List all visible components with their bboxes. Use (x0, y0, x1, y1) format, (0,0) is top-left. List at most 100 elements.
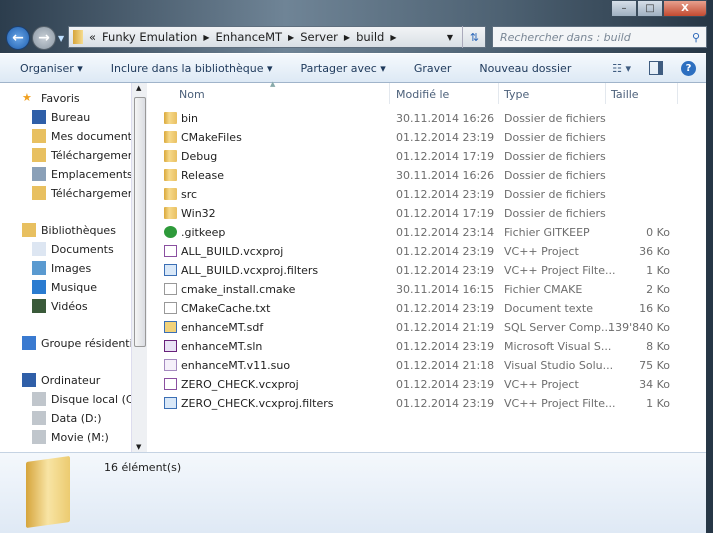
file-icon (164, 359, 177, 371)
sidebar-item-label: Movie (M:) (51, 430, 109, 444)
sidebar-item-label: Mes documents (51, 129, 131, 143)
file-icon (164, 340, 177, 352)
breadcrumb-item[interactable]: build (356, 30, 384, 44)
file-row[interactable]: enhanceMT.sdf 01.12.2014 21:19 SQL Serve… (148, 318, 706, 337)
file-modified: 01.12.2014 23:19 (396, 397, 495, 410)
file-icon (164, 302, 177, 314)
folder-icon (26, 455, 70, 529)
recent-pages-dropdown[interactable]: ▼ (58, 34, 64, 43)
forward-button[interactable]: → (32, 26, 56, 50)
file-row[interactable]: enhanceMT.v11.suo 01.12.2014 21:18 Visua… (148, 356, 706, 375)
scrollbar-thumb[interactable] (134, 97, 146, 347)
back-button[interactable]: ← (6, 26, 30, 50)
organize-button[interactable]: Organiser ▾ (20, 62, 83, 75)
view-options-icon[interactable]: ☷ ▾ (612, 62, 631, 75)
sidebar-item-label: Téléchargements (51, 148, 131, 162)
new-folder-button[interactable]: Nouveau dossier (479, 62, 571, 75)
sidebar-item[interactable]: Data (D:) (32, 411, 102, 425)
file-row[interactable]: bin 30.11.2014 16:26 Dossier de fichiers (148, 109, 706, 128)
downloads-icon (32, 148, 46, 162)
sidebar-item[interactable]: Disque local (C:) (32, 392, 131, 406)
sidebar-item-label: Groupe résidentiel (41, 336, 131, 350)
file-type: Fichier GITKEEP (504, 226, 590, 239)
file-row[interactable]: Release 30.11.2014 16:26 Dossier de fich… (148, 166, 706, 185)
file-modified: 01.12.2014 21:19 (396, 321, 495, 334)
sidebar-item[interactable]: Documents (32, 242, 114, 256)
file-row[interactable]: ALL_BUILD.vcxproj 01.12.2014 23:19 VC++ … (148, 242, 706, 261)
file-row[interactable]: cmake_install.cmake 30.11.2014 16:15 Fic… (148, 280, 706, 299)
sidebar-item[interactable]: Téléchargements (32, 186, 131, 200)
file-size: 139'840 Ko (608, 321, 670, 334)
breadcrumb-item[interactable]: Funky Emulation (102, 30, 197, 44)
column-header-size[interactable]: Taille (611, 88, 639, 101)
folder-icon (164, 169, 177, 181)
file-modified: 01.12.2014 17:19 (396, 207, 495, 220)
file-type: VC++ Project (504, 245, 579, 258)
scroll-down-icon[interactable]: ▼ (136, 443, 141, 451)
file-row[interactable]: CMakeCache.txt 01.12.2014 23:19 Document… (148, 299, 706, 318)
file-icon (164, 283, 177, 295)
recent-places-icon (32, 167, 46, 181)
navigation-pane-scrollbar[interactable]: ▲ ▼ (131, 83, 147, 452)
folder-icon (164, 150, 177, 162)
file-name: enhanceMT.sln (181, 340, 263, 353)
sidebar-item[interactable]: Ordinateur (22, 373, 100, 387)
breadcrumb-overflow[interactable]: « (89, 30, 96, 44)
document-icon (32, 242, 46, 256)
preview-pane-icon[interactable] (649, 61, 663, 75)
breadcrumb-item[interactable]: Server (300, 30, 338, 44)
sidebar-item[interactable]: Groupe résidentiel (22, 336, 131, 350)
file-icon (164, 226, 177, 238)
file-row[interactable]: Win32 01.12.2014 17:19 Dossier de fichie… (148, 204, 706, 223)
sort-ascending-icon: ▲ (270, 80, 276, 88)
file-name: CMakeCache.txt (181, 302, 271, 315)
search-input[interactable]: Rechercher dans : build ⚲ (492, 26, 707, 48)
file-icon (164, 264, 177, 276)
sidebar-item[interactable]: Téléchargements (32, 148, 131, 162)
file-row[interactable]: .gitkeep 01.12.2014 23:14 Fichier GITKEE… (148, 223, 706, 242)
breadcrumb-item[interactable]: EnhanceMT (216, 30, 283, 44)
file-name: cmake_install.cmake (181, 283, 296, 296)
address-bar[interactable]: « Funky Emulation ▶ EnhanceMT ▶ Server ▶ bu… (68, 26, 486, 48)
sidebar-item[interactable]: Emplacements récents (32, 167, 131, 181)
address-dropdown-icon[interactable]: ▼ (447, 33, 453, 42)
sidebar-item[interactable]: Musique (32, 280, 97, 294)
file-type: Document texte (504, 302, 593, 315)
sidebar-item[interactable]: Vidéos (32, 299, 88, 313)
item-count: 16 élément(s) (104, 461, 182, 474)
sidebar-item[interactable]: Mes documents (32, 129, 131, 143)
refresh-button[interactable]: ⇅ (462, 26, 486, 48)
column-header-modified[interactable]: Modifié le (396, 88, 449, 101)
sidebar-item[interactable]: Bureau (32, 110, 90, 124)
sidebar-item[interactable]: ★ Favoris (22, 91, 80, 105)
file-row[interactable]: Debug 01.12.2014 17:19 Dossier de fichie… (148, 147, 706, 166)
folder-icon (164, 112, 177, 124)
navigation-pane: ★ Favoris Bureau Mes documents Téléchargemen… (0, 83, 131, 452)
file-row[interactable]: ZERO_CHECK.vcxproj.filters 01.12.2014 23… (148, 394, 706, 413)
close-button[interactable]: X (663, 0, 707, 17)
file-row[interactable]: enhanceMT.sln 01.12.2014 23:19 Microsoft… (148, 337, 706, 356)
sidebar-item[interactable]: Images (32, 261, 91, 275)
sidebar-item-label: Ordinateur (41, 373, 101, 387)
help-icon[interactable]: ? (681, 60, 696, 76)
file-row[interactable]: ZERO_CHECK.vcxproj 01.12.2014 23:19 VC++… (148, 375, 706, 394)
maximize-button[interactable]: □ (637, 0, 663, 17)
column-header-name[interactable]: Nom (179, 88, 205, 101)
minimize-button[interactable]: – (611, 0, 637, 17)
file-size: 1 Ko (646, 264, 670, 277)
chevron-right-icon[interactable]: ▶ (288, 33, 294, 42)
chevron-right-icon[interactable]: ▶ (203, 33, 209, 42)
include-in-library-button[interactable]: Inclure dans la bibliothèque ▾ (111, 62, 273, 75)
sidebar-item[interactable]: Movie (M:) (32, 430, 109, 444)
file-row[interactable]: ALL_BUILD.vcxproj.filters 01.12.2014 23:… (148, 261, 706, 280)
file-row[interactable]: src 01.12.2014 23:19 Dossier de fichiers (148, 185, 706, 204)
share-with-button[interactable]: Partager avec ▾ (301, 62, 386, 75)
column-header-type[interactable]: Type (504, 88, 529, 101)
file-row[interactable]: CMakeFiles 01.12.2014 23:19 Dossier de f… (148, 128, 706, 147)
chevron-right-icon[interactable]: ▶ (344, 33, 350, 42)
scroll-up-icon[interactable]: ▲ (136, 84, 141, 92)
burn-button[interactable]: Graver (414, 62, 452, 75)
file-type: Dossier de fichiers (504, 169, 606, 182)
sidebar-item[interactable]: Bibliothèques (22, 223, 116, 237)
chevron-right-icon[interactable]: ▶ (390, 33, 396, 42)
